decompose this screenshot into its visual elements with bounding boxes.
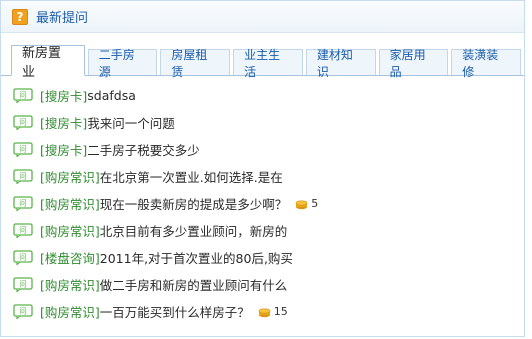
question-title-link[interactable]: sdafdsa [87,88,136,103]
list-item[interactable]: 问 [购房常识] 现在一般卖新房的提成是多少啊？ 5 [13,190,524,217]
question-category-link[interactable]: [购房常识] [40,221,100,240]
question-category-link[interactable]: [搜房卡] [40,86,87,105]
question-category-link[interactable]: [购房常识] [40,302,100,321]
question-category-link[interactable]: [购房常识] [40,275,100,294]
tab-building-materials[interactable]: 建材知识 [305,48,376,79]
chat-bubble-icon: 问 [13,277,33,293]
svg-text:问: 问 [19,307,27,316]
question-title-link[interactable]: 我来问一个问题 [87,113,175,132]
chat-bubble-icon: 问 [13,169,33,185]
list-item[interactable]: 问 [购房常识] 北京目前有多少置业顾问，新房的 [13,217,524,244]
question-category-link[interactable]: [购房常识] [40,194,100,213]
reward-badge: 5 [295,197,318,210]
chat-bubble-icon: 问 [13,115,33,131]
reward-badge: 15 [258,305,288,318]
question-mark-icon: ? [12,8,28,25]
tab-decoration[interactable]: 装潢装修 [451,48,521,79]
svg-text:问: 问 [19,118,27,127]
list-item[interactable]: 问 [购房常识] 在北京第一次置业.如何选择.是在 [13,163,524,190]
list-item[interactable]: 问 [购房常识] 一百万能买到什么样房子？ 15 [13,298,524,325]
svg-text:问: 问 [19,253,27,262]
tab-owner-life[interactable]: 业主生活 [233,48,303,79]
chat-bubble-icon: 问 [13,250,33,266]
svg-text:问: 问 [19,91,27,100]
list-item[interactable]: 问 [楼盘咨询] 2011年,对于首次置业的80后,购买 [13,244,524,271]
list-item[interactable]: 问 [搜房卡] sdafdsa [13,82,524,109]
chat-bubble-icon: 问 [13,142,33,158]
question-title-link[interactable]: 现在一般卖新房的提成是多少啊？ [100,194,288,213]
question-category-link[interactable]: [搜房卡] [40,113,87,132]
question-category-link[interactable]: [购房常识] [40,167,100,186]
svg-text:问: 问 [19,280,27,289]
question-list: 问 [搜房卡] sdafdsa 问 [搜房卡] 我来问一个问题问 [搜房卡] 二手房子税要交多… [1,76,524,325]
reward-value: 15 [273,305,288,318]
coin-stack-icon [295,198,308,210]
tab-second-hand[interactable]: 二手房源 [87,48,158,79]
svg-text:问: 问 [19,145,27,154]
question-title-link[interactable]: 二手房子税要交多少 [87,140,200,159]
tab-rental[interactable]: 房屋租赁 [160,48,231,79]
question-category-link[interactable]: [楼盘咨询] [40,248,100,267]
svg-text:问: 问 [19,199,27,208]
svg-text:问: 问 [19,172,27,181]
reward-value: 5 [311,197,319,210]
list-item[interactable]: 问 [搜房卡] 我来问一个问题 [13,109,524,136]
chat-bubble-icon: 问 [13,304,33,320]
chat-bubble-icon: 问 [13,88,33,104]
panel-header: ? 最新提问 [1,1,524,33]
tab-new-house[interactable]: 新房置业 [11,45,85,80]
question-title-link[interactable]: 2011年,对于首次置业的80后,购买 [100,248,293,267]
question-category-link[interactable]: [搜房卡] [40,140,87,159]
chat-bubble-icon: 问 [13,196,33,212]
list-item[interactable]: 问 [购房常识] 做二手房和新房的置业顾问有什么 [13,271,524,298]
question-title-link[interactable]: 北京目前有多少置业顾问，新房的 [100,221,288,240]
panel-title: 最新提问 [36,11,89,26]
question-title-link[interactable]: 在北京第一次置业.如何选择.是在 [100,167,283,186]
chat-bubble-icon: 问 [13,223,33,239]
tab-home-goods[interactable]: 家居用品 [378,48,449,79]
svg-text:问: 问 [19,226,27,235]
question-title-link[interactable]: 一百万能买到什么样房子？ [100,302,250,321]
list-item[interactable]: 问 [搜房卡] 二手房子税要交多少 [13,136,524,163]
latest-questions-panel: ? 最新提问 新房置业 二手房源 房屋租赁 业主生活 建材知识 家居用品 装潢装… [0,0,525,337]
question-title-link[interactable]: 做二手房和新房的置业顾问有什么 [100,275,288,294]
coin-stack-icon [258,306,271,318]
category-tabs: 新房置业 二手房源 房屋租赁 业主生活 建材知识 家居用品 装潢装修 [1,42,524,80]
